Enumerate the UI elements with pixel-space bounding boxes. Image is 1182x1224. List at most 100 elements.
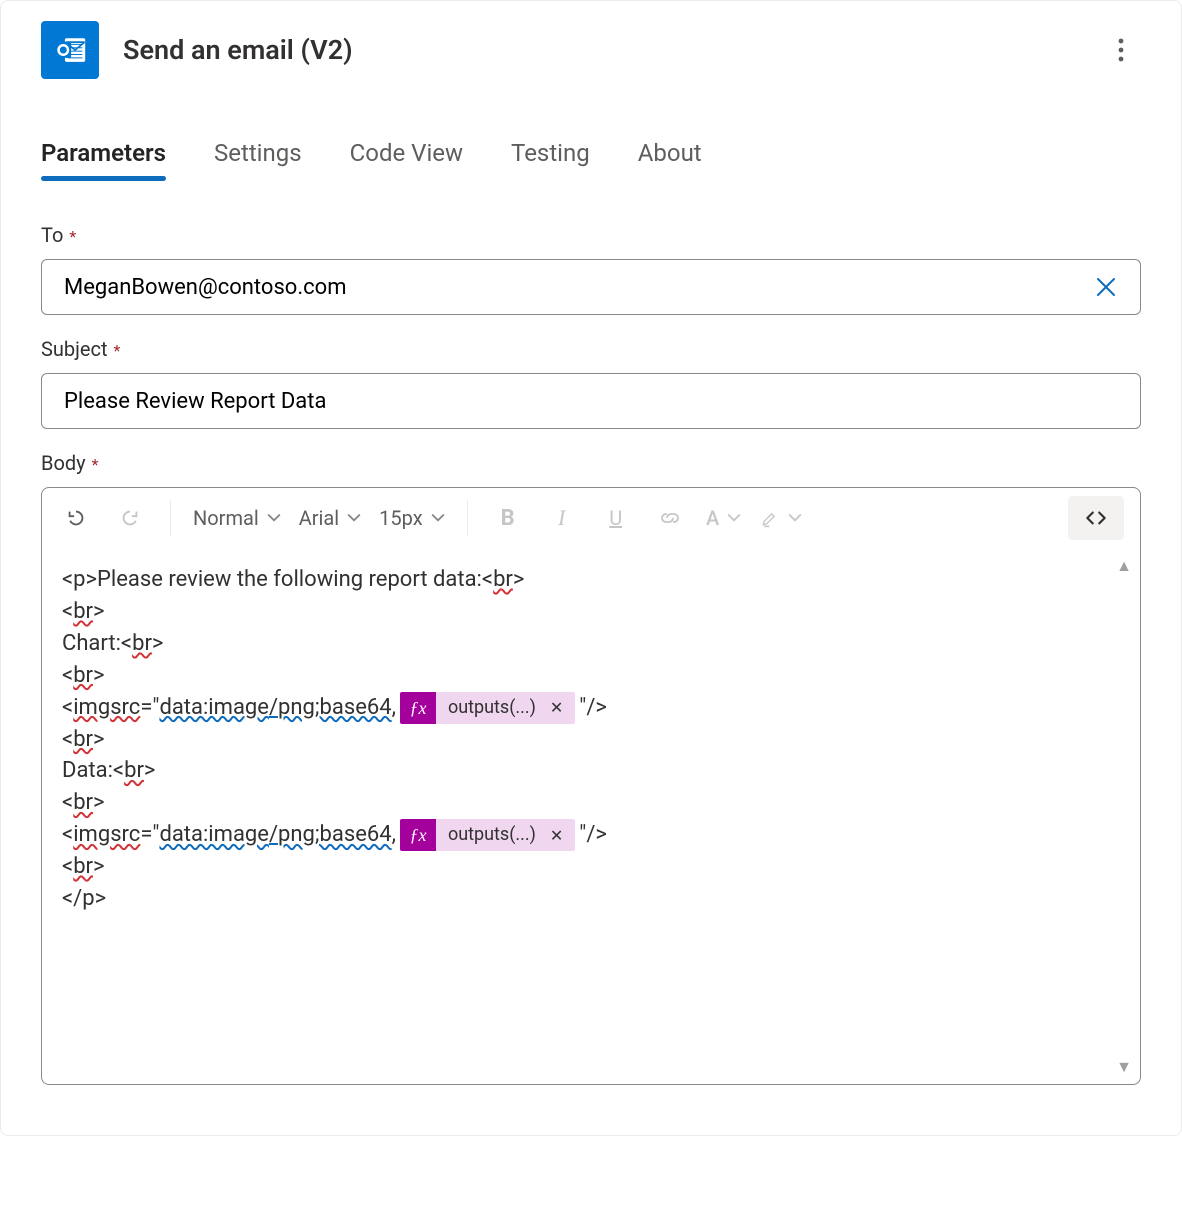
tab-settings[interactable]: Settings	[214, 139, 302, 179]
toolbar-separator	[170, 500, 171, 536]
fx-icon: ƒx	[400, 692, 436, 724]
body-text: /	[269, 819, 278, 851]
body-text: src	[110, 692, 140, 724]
font-family-value: Arial	[299, 506, 339, 530]
body-text: br	[132, 628, 152, 660]
body-text: src	[110, 819, 140, 851]
link-icon	[658, 506, 682, 530]
body-text: data:image	[159, 819, 269, 851]
highlight-icon	[760, 508, 780, 528]
underline-button[interactable]: U	[592, 498, 640, 538]
body-text: >	[93, 660, 105, 692]
bold-button[interactable]: B	[484, 498, 532, 538]
clear-to-button[interactable]	[1088, 269, 1124, 305]
body-text: ,	[392, 692, 396, 724]
tab-parameters[interactable]: Parameters	[41, 139, 166, 179]
redo-icon	[119, 507, 141, 529]
chevron-down-icon	[788, 511, 802, 525]
body-text: /	[269, 692, 278, 724]
body-text: <p>Please review the following report da…	[62, 564, 493, 596]
body-text: br	[73, 724, 93, 756]
body-text: </p>	[62, 883, 106, 915]
chevron-down-icon	[431, 511, 445, 525]
link-button[interactable]	[646, 498, 694, 538]
body-text: <	[62, 819, 73, 851]
to-input-wrapper	[41, 259, 1141, 315]
scroll-up-arrow[interactable]: ▲	[1116, 554, 1132, 577]
body-label: Body	[41, 451, 86, 475]
undo-button[interactable]	[52, 498, 100, 538]
undo-icon	[65, 507, 87, 529]
subject-label: Subject	[41, 337, 108, 361]
expression-token[interactable]: ƒx outputs(...) ✕	[400, 692, 575, 724]
body-text: >	[93, 724, 105, 756]
tab-testing[interactable]: Testing	[511, 139, 590, 179]
body-text: br	[73, 596, 93, 628]
body-text: Data:<	[62, 755, 124, 787]
chevron-down-icon	[267, 511, 281, 525]
to-label: To	[41, 223, 63, 247]
expression-token-label: outputs(...)	[448, 695, 536, 721]
body-text: ,	[392, 819, 396, 851]
body-text: img	[73, 692, 110, 724]
body-content-area[interactable]: ▲ <p>Please review the following report …	[42, 548, 1140, 1084]
tab-strip: Parameters Settings Code View Testing Ab…	[41, 139, 1141, 179]
body-text: br	[124, 755, 144, 787]
tab-code-view[interactable]: Code View	[350, 139, 463, 179]
body-text: <	[62, 851, 73, 883]
body-text: br	[73, 851, 93, 883]
fx-icon: ƒx	[400, 819, 436, 851]
body-text: <	[62, 596, 73, 628]
paragraph-style-value: Normal	[193, 506, 259, 530]
toolbar-separator	[467, 500, 468, 536]
body-text: Chart:<	[62, 628, 132, 660]
font-size-value: 15px	[379, 506, 423, 530]
body-text: <	[62, 724, 73, 756]
more-vertical-icon	[1118, 38, 1124, 62]
body-text: >	[93, 787, 105, 819]
body-text: br	[73, 787, 93, 819]
subject-input[interactable]	[62, 388, 1120, 415]
required-marker: *	[92, 455, 99, 474]
expression-token[interactable]: ƒx outputs(...) ✕	[400, 819, 575, 851]
close-icon	[1095, 276, 1117, 298]
scroll-down-arrow[interactable]: ▼	[1116, 1055, 1132, 1078]
code-view-toggle[interactable]	[1068, 496, 1124, 540]
body-text: ="	[140, 692, 159, 724]
more-options-button[interactable]	[1101, 30, 1141, 70]
body-text: "/>	[579, 819, 607, 851]
chevron-down-icon	[727, 511, 741, 525]
expression-token-label: outputs(...)	[448, 822, 536, 848]
remove-token-button[interactable]: ✕	[546, 824, 563, 847]
body-text: <	[62, 787, 73, 819]
redo-button[interactable]	[106, 498, 154, 538]
outlook-icon	[41, 21, 99, 79]
highlight-color-dropdown[interactable]	[754, 498, 808, 538]
code-icon	[1083, 505, 1109, 531]
paragraph-style-dropdown[interactable]: Normal	[187, 498, 287, 538]
action-title: Send an email (V2)	[123, 34, 1077, 66]
body-editor: Normal Arial 15px B I U	[41, 487, 1141, 1085]
body-text: >	[93, 851, 105, 883]
font-color-dropdown[interactable]: A	[700, 498, 748, 538]
body-text: >	[144, 755, 156, 787]
body-text: img	[73, 819, 110, 851]
tab-about[interactable]: About	[638, 139, 702, 179]
remove-token-button[interactable]: ✕	[546, 696, 563, 719]
font-family-dropdown[interactable]: Arial	[293, 498, 367, 538]
body-text: <	[62, 692, 73, 724]
required-marker: *	[69, 227, 76, 246]
required-marker: *	[114, 341, 121, 360]
body-text: <	[62, 660, 73, 692]
body-text: "/>	[579, 692, 607, 724]
body-text: br	[73, 660, 93, 692]
body-text: png;base64	[278, 819, 392, 851]
to-input[interactable]	[62, 274, 1088, 301]
font-size-dropdown[interactable]: 15px	[373, 498, 451, 538]
chevron-down-icon	[347, 511, 361, 525]
body-text: >	[513, 564, 525, 596]
body-text: data:image	[159, 692, 269, 724]
italic-button[interactable]: I	[538, 498, 586, 538]
subject-input-wrapper	[41, 373, 1141, 429]
body-text: br	[493, 564, 513, 596]
